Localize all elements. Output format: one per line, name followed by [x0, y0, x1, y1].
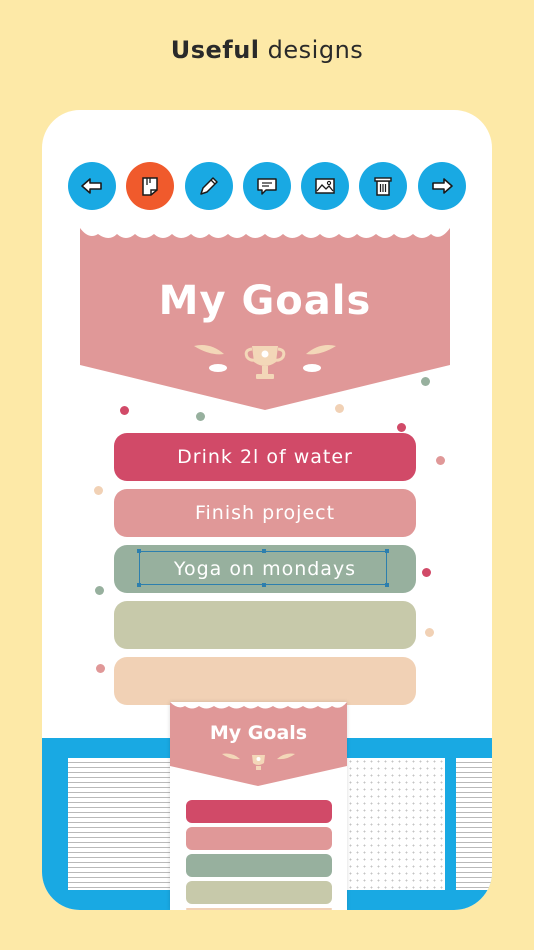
confetti-dot: [425, 628, 434, 637]
confetti-dot: [196, 412, 205, 421]
resize-handle[interactable]: [137, 549, 141, 553]
pencil-icon: [200, 177, 218, 195]
thumb-row: [186, 827, 332, 850]
template-lined-page[interactable]: [68, 758, 170, 890]
draw-button[interactable]: [185, 162, 233, 210]
confetti-dot: [436, 456, 445, 465]
thumb-row: [186, 908, 332, 910]
banner-title: My Goals: [158, 278, 372, 324]
text-button[interactable]: [243, 162, 291, 210]
confetti-dot: [421, 377, 430, 386]
goal-item[interactable]: Drink 2l of water: [114, 433, 416, 481]
template-lined-page[interactable]: [456, 758, 492, 890]
resize-handle[interactable]: [385, 583, 389, 587]
delete-button[interactable]: [359, 162, 407, 210]
forward-arrow-icon: [432, 178, 453, 194]
headline: Useful designs: [0, 36, 534, 64]
image-button[interactable]: [301, 162, 349, 210]
thumb-row: [186, 854, 332, 877]
thumb-banner-shape: [170, 702, 347, 786]
forward-button[interactable]: [418, 162, 466, 210]
resize-handle[interactable]: [385, 549, 389, 553]
confetti-dot: [422, 568, 431, 577]
editor-toolbar: [68, 162, 468, 212]
goal-item[interactable]: [114, 657, 416, 705]
sticker-icon: [142, 177, 158, 196]
trash-icon: [374, 177, 392, 196]
confetti-dot: [95, 586, 104, 595]
sticker-button[interactable]: [126, 162, 174, 210]
thumb-row: [186, 800, 332, 823]
confetti-dot: [397, 423, 406, 432]
trophy-icon: [194, 345, 336, 379]
goal-text: Yoga on mondays: [173, 558, 357, 580]
resize-handle[interactable]: [262, 549, 266, 553]
device-screen: My Goals Drink 2l of water Finish projec…: [42, 110, 492, 910]
back-arrow-icon: [81, 178, 102, 194]
goal-item-selected[interactable]: Yoga on mondays: [114, 545, 416, 593]
template-goals-thumbnail[interactable]: My Goals: [170, 702, 347, 910]
back-button[interactable]: [68, 162, 116, 210]
goal-item[interactable]: Finish project: [114, 489, 416, 537]
headline-bold: Useful: [170, 36, 260, 64]
confetti-dot: [94, 486, 103, 495]
goals-banner[interactable]: My Goals: [80, 228, 450, 410]
speech-bubble-icon: [257, 178, 277, 195]
resize-handle[interactable]: [262, 583, 266, 587]
goal-text: Drink 2l of water: [177, 446, 353, 468]
resize-handle[interactable]: [137, 583, 141, 587]
confetti-dot: [120, 406, 129, 415]
goal-item[interactable]: [114, 601, 416, 649]
headline-rest: designs: [259, 36, 364, 64]
goal-text: Finish project: [194, 502, 336, 524]
template-dotted-page[interactable]: [347, 758, 445, 890]
confetti-dot: [96, 664, 105, 673]
thumb-row: [186, 881, 332, 904]
image-icon: [315, 178, 335, 194]
thumb-title: My Goals: [209, 722, 308, 744]
confetti-dot: [335, 404, 344, 413]
